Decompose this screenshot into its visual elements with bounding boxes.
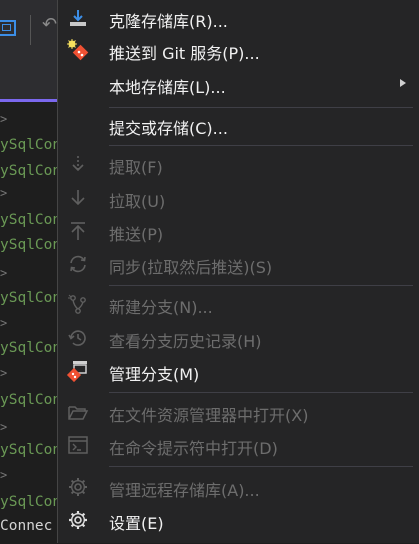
submenu-arrow-icon [400,79,406,87]
command-prompt-icon [66,433,90,457]
code-line: ySqlCon [0,212,60,228]
menu-item-new-branch[interactable]: 新建分支(N)... [58,288,419,320]
menu-label: 同步(拉取然后推送)(S) [109,258,273,277]
menu-label: 查看分支历史记录(H) [109,332,262,351]
code-line: ySqlCon [0,163,60,179]
download-icon [66,6,90,30]
menu-item-settings[interactable]: 设置(E) [58,504,419,536]
manage-branches-icon [66,359,90,383]
menu-item-fetch[interactable]: 提取(F) [58,148,419,180]
menu-label: 本地存储库(L)... [109,78,226,97]
menu-label: 克隆存储库(R)... [109,12,228,31]
menu-item-local-repos[interactable]: 本地存储库(L)... [58,68,419,100]
code-line: ySqlCon [0,442,60,458]
toolbar: ↶ [0,0,60,100]
code-line: > [0,468,8,482]
menu-item-clone-repo[interactable]: 克隆存储库(R)... [58,2,419,34]
code-line: > [0,316,8,330]
undo-icon[interactable]: ↶ [42,14,57,35]
menu-label: 管理分支(M) [109,365,200,384]
menu-label: 在文件资源管理器中打开(X) [109,406,309,425]
code-line: Connec [0,518,53,534]
menu-separator [109,392,413,393]
new-branch-icon [66,292,90,316]
menu-item-sync[interactable]: 同步(拉取然后推送)(S) [58,248,419,280]
code-editor[interactable]: > ySqlCon ySqlCon > ySqlCon ySqlCon > ySqlCon > y… [0,104,60,544]
toolbar-separator [30,15,31,45]
menu-label: 提取(F) [109,158,163,177]
code-line: ySqlCon [0,290,60,306]
active-tab-indicator [0,99,60,102]
gear-icon [66,508,90,532]
menu-item-open-in-explorer[interactable]: 在文件资源管理器中打开(X) [58,396,419,428]
menu-item-open-in-cmd[interactable]: 在命令提示符中打开(D) [58,429,419,461]
code-line: ySqlCon [0,237,60,253]
menu-item-pull[interactable]: 拉取(U) [58,182,419,214]
fetch-icon [66,152,90,176]
git-context-menu: 克隆存储库(R)... 推送到 Git 服务(P)... 本地存储库(L)...… [57,0,419,543]
menu-label: 拉取(U) [109,192,166,211]
menu-item-manage-remotes[interactable]: 管理远程存储库(A)... [58,471,419,503]
history-icon [66,326,90,350]
menu-label: 新建分支(N)... [109,298,213,317]
menu-item-view-branch-history[interactable]: 查看分支历史记录(H) [58,322,419,354]
menu-separator [109,145,413,146]
menu-label: 推送(P) [109,225,164,244]
code-line: > [0,420,8,434]
folder-open-icon [66,400,90,424]
code-line: > [0,366,8,380]
menu-item-push-to-git-service[interactable]: 推送到 Git 服务(P)... [58,34,419,66]
gear-disabled-icon [66,475,90,499]
code-line: ySqlCon [0,137,60,153]
git-push-service-icon [66,38,90,62]
push-icon [66,219,90,243]
menu-label: 管理远程存储库(A)... [109,481,260,500]
code-line: > [0,112,8,126]
sync-icon [66,252,90,276]
menu-separator [109,466,413,467]
menu-label: 提交或存储(C)... [109,119,228,138]
menu-label: 设置(E) [109,514,164,533]
menu-separator [109,107,413,108]
code-line: ySqlCon [0,392,60,408]
menu-item-manage-branches[interactable]: 管理分支(M) [58,355,419,387]
menu-label: 在命令提示符中打开(D) [109,439,278,458]
menu-separator [109,285,413,286]
menu-item-push[interactable]: 推送(P) [58,215,419,247]
code-line: ySqlCon [0,340,60,356]
menu-item-commit-or-stash[interactable]: 提交或存储(C)... [58,109,419,141]
save-all-icon[interactable] [0,20,16,36]
pull-icon [66,186,90,210]
code-line: > [0,266,8,280]
code-line: ySqlCon [0,494,60,510]
menu-label: 推送到 Git 服务(P)... [109,44,260,63]
code-line: > [0,186,8,200]
